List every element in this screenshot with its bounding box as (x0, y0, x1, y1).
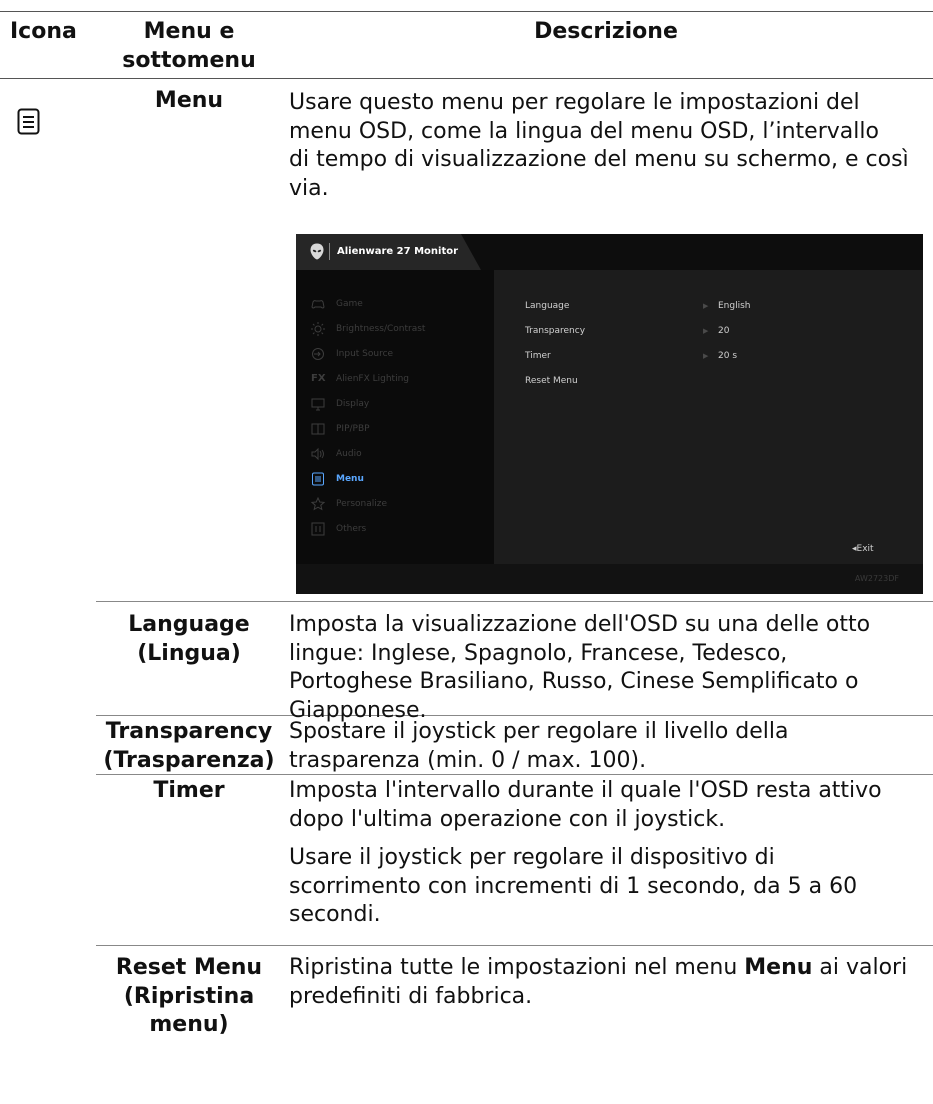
osd-title: Alienware 27 Monitor (337, 246, 459, 257)
row-label-line: menu) (149, 1012, 229, 1038)
osd-right-panel (494, 270, 923, 564)
desc-text: Ripristina tutte le impostazioni nel men… (289, 955, 745, 980)
osd-menu-item-pip-pbp[interactable]: PIP/PBP (306, 419, 494, 441)
desc-line: Imposta la visualizzazione dell'OSD su u… (289, 612, 871, 637)
row-desc-reset-menu: Ripristina tutte le impostazioni nel men… (289, 954, 923, 1011)
row-label-menu: Menu (154, 88, 224, 113)
pip-icon (311, 422, 325, 436)
row-rule (96, 601, 933, 602)
header-menu-line: sottomenu (122, 47, 256, 73)
row-desc-menu: Usare questo menu per regolare le impost… (289, 89, 923, 203)
header-description-column: Descrizione (534, 19, 678, 44)
osd-menu-item-brightness[interactable]: Brightness/Contrast (306, 319, 494, 341)
osd-menu-item-game[interactable]: Game (306, 294, 494, 316)
desc-text: ai valori (812, 955, 908, 980)
osd-menu-item-label: Personalize (336, 499, 388, 509)
desc-line: di tempo di visualizzazione del menu su … (289, 147, 909, 173)
row-desc-timer: Imposta l'intervallo durante il quale l'… (289, 777, 923, 834)
osd-screenshot: Alienware 27 Monitor Game Brightness/Con… (296, 234, 923, 594)
play-arrow-icon: ▶ (703, 302, 709, 310)
row-label-reset-menu: Reset Menu (Ripristina menu) (96, 954, 282, 1040)
osd-menu-item-others[interactable]: Others (306, 519, 494, 541)
play-arrow-icon: ▶ (703, 352, 709, 360)
row-label-line: (Trasparenza) (103, 747, 275, 773)
row-label-line: Transparency (105, 719, 273, 744)
osd-menu-item-label: Input Source (336, 349, 394, 359)
osd-menu-item-label: PIP/PBP (336, 424, 370, 434)
row-label-line: Reset Menu (115, 955, 263, 980)
desc-line: menu OSD, come la lingua del menu OSD, l… (289, 118, 879, 144)
osd-option-value: English (718, 301, 751, 311)
header-menu-column: Menu e sottomenu (96, 18, 282, 75)
osd-menu-item-display[interactable]: Display (306, 394, 494, 416)
osd-menu-item-alienfx[interactable]: FX AlienFX Lighting (306, 369, 494, 391)
osd-menu-item-label: AlienFX Lighting (336, 374, 409, 384)
desc-line: Imposta l'intervallo durante il quale l'… (289, 778, 882, 803)
osd-menu-item-label: Brightness/Contrast (336, 324, 426, 334)
row-label-transparency: Transparency (Trasparenza) (96, 718, 282, 775)
alienware-logo-icon (310, 243, 324, 260)
osd-title-separator (329, 243, 330, 260)
desc-line: Spostare il joystick per regolare il liv… (289, 719, 789, 744)
desc-line: Portoghese Brasiliano, Russo, Cinese Sem… (289, 669, 859, 695)
desc-line: Ripristina tutte le impostazioni nel men… (289, 954, 923, 983)
fx-icon: FX (311, 373, 326, 384)
row-desc-timer-detail: Usare il joystick per regolare il dispos… (289, 844, 923, 930)
desc-line: via. (289, 175, 329, 201)
desc-line: predefiniti di fabbrica. (289, 983, 533, 1009)
input-source-icon (311, 347, 325, 361)
osd-menu-item-label: Game (336, 299, 363, 309)
desc-line: trasparenza (min. 0 / max. 100). (289, 747, 647, 773)
desc-line: secondi. (289, 902, 381, 928)
osd-option-value: 20 s (718, 351, 738, 361)
osd-option-reset-menu[interactable]: Reset Menu (525, 375, 578, 387)
osd-menu-item-label: Audio (336, 449, 362, 459)
header-menu-line: Menu e (143, 19, 235, 44)
header-icon-column: Icona (10, 19, 77, 44)
osd-menu-item-label: Menu (336, 474, 364, 484)
row-label-line: (Lingua) (137, 640, 241, 666)
row-label-line: (Ripristina (123, 983, 255, 1009)
speaker-icon (311, 447, 325, 461)
desc-line: Usare questo menu per regolare le impost… (289, 90, 860, 115)
row-label-timer: Timer (153, 778, 225, 803)
menu-list-icon (311, 472, 325, 486)
osd-menu-item-label: Others (336, 524, 367, 534)
osd-option-value: 20 (718, 326, 730, 336)
row-desc-transparency: Spostare il joystick per regolare il liv… (289, 718, 923, 775)
row-rule (96, 945, 933, 946)
header-bottom-rule (0, 78, 933, 79)
row-label-line: Language (128, 612, 250, 637)
osd-menu-item-input-source[interactable]: Input Source (306, 344, 494, 366)
desc-line: Usare il joystick per regolare il dispos… (289, 845, 775, 870)
desc-line: dopo l'ultima operazione con il joystick… (289, 806, 726, 832)
brightness-icon (311, 322, 325, 336)
osd-model-label: AW2723DF (854, 574, 899, 583)
gamepad-icon (311, 297, 325, 311)
menu-list-icon (17, 108, 40, 135)
desc-bold-menu: Menu (744, 955, 813, 980)
desc-line: scorrimento con incrementi di 1 secondo,… (289, 873, 858, 899)
display-icon (311, 397, 325, 411)
osd-option-transparency[interactable]: Transparency (525, 325, 585, 337)
osd-exit-button[interactable]: ◂Exit (852, 544, 874, 554)
osd-menu-item-label: Display (336, 399, 370, 409)
desc-line: lingue: Inglese, Spagnolo, Francese, Ted… (289, 640, 788, 666)
table-top-rule (0, 11, 933, 12)
osd-bottom-bar (296, 564, 923, 594)
osd-option-language[interactable]: Language (525, 300, 569, 312)
others-icon (311, 522, 325, 536)
osd-menu-item-menu[interactable]: Menu (306, 469, 494, 491)
row-label-language: Language (Lingua) (96, 611, 282, 668)
osd-menu-item-personalize[interactable]: Personalize (306, 494, 494, 516)
play-arrow-icon: ▶ (703, 327, 709, 335)
star-icon (310, 496, 326, 511)
osd-option-timer[interactable]: Timer (525, 350, 551, 362)
osd-menu-item-audio[interactable]: Audio (306, 444, 494, 466)
row-desc-language: Imposta la visualizzazione dell'OSD su u… (289, 611, 923, 725)
